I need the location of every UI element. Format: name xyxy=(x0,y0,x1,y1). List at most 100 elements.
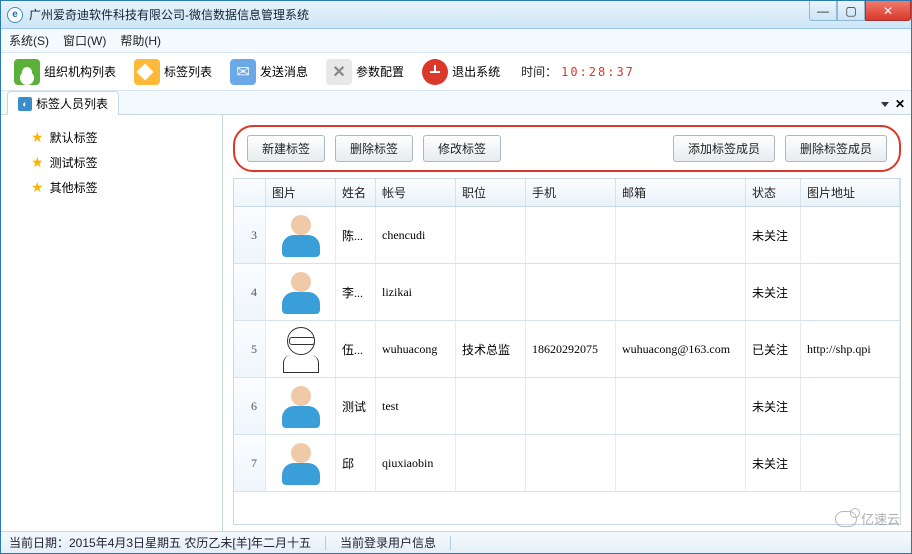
cell-account: qiuxiaobin xyxy=(376,435,456,491)
sidebar-item-default[interactable]: ★默认标签 xyxy=(1,125,222,150)
star-icon: ★ xyxy=(31,154,44,171)
tab-label: 标签人员列表 xyxy=(36,95,108,112)
row-index: 6 xyxy=(234,378,266,434)
menu-window[interactable]: 窗口(W) xyxy=(63,32,106,49)
cell-email: wuhuacong@163.com xyxy=(616,321,746,377)
table-row[interactable]: 6测试test未关注 xyxy=(234,378,900,435)
cell-name: 陈... xyxy=(336,207,376,263)
statusbar: 当前日期：2015年4月3日星期五 农历乙未[羊]年二月十五 当前登录用户信息 xyxy=(1,531,911,553)
cell-email xyxy=(616,264,746,320)
cell-position xyxy=(456,207,526,263)
table-row[interactable]: 3 陈...chencudi 未关注 xyxy=(234,207,900,264)
toolbar-org-list[interactable]: 组织机构列表 xyxy=(7,56,123,88)
cell-email xyxy=(616,435,746,491)
cell-status: 未关注 xyxy=(746,264,801,320)
window-title: 广州爱奇迪软件科技有限公司-微信数据信息管理系统 xyxy=(29,6,809,23)
tab-dropdown-icon[interactable] xyxy=(881,102,889,107)
cell-imgurl xyxy=(801,207,900,263)
star-icon: ★ xyxy=(31,179,44,196)
time-label: 时间： xyxy=(521,63,557,80)
data-grid: 图片 姓名 帐号 职位 手机 邮箱 状态 图片地址 3 陈...chencudi 未… xyxy=(233,178,901,525)
cell-account: wuhuacong xyxy=(376,321,456,377)
people-icon xyxy=(14,59,40,85)
col-status[interactable]: 状态 xyxy=(746,179,801,206)
edit-tag-button[interactable]: 修改标签 xyxy=(423,135,501,162)
cell-name: 伍... xyxy=(336,321,376,377)
maximize-button[interactable]: ▢ xyxy=(837,1,865,21)
grid-header: 图片 姓名 帐号 职位 手机 邮箱 状态 图片地址 xyxy=(234,179,900,207)
toolbar-send-msg[interactable]: 发送消息 xyxy=(223,56,315,88)
cell-status: 未关注 xyxy=(746,435,801,491)
cell-position xyxy=(456,264,526,320)
col-imgurl[interactable]: 图片地址 xyxy=(801,179,900,206)
mail-icon xyxy=(230,59,256,85)
cell-imgurl xyxy=(801,264,900,320)
col-email[interactable]: 邮箱 xyxy=(616,179,746,206)
app-window: e 广州爱奇迪软件科技有限公司-微信数据信息管理系统 ― ▢ ✕ 系统(S) 窗… xyxy=(0,0,912,554)
tab-tag-members[interactable]: ◐ 标签人员列表 xyxy=(7,91,119,115)
cell-name: 李... xyxy=(336,264,376,320)
sidebar: ★默认标签 ★测试标签 ★其他标签 xyxy=(1,115,223,531)
toolbar-params[interactable]: 参数配置 xyxy=(319,56,411,88)
avatar-icon xyxy=(277,382,325,430)
cell-position xyxy=(456,378,526,434)
tab-close-icon[interactable]: ✕ xyxy=(895,97,905,111)
toolbar-tag-list[interactable]: 标签列表 xyxy=(127,56,219,88)
sidebar-item-test[interactable]: ★测试标签 xyxy=(1,150,222,175)
col-account[interactable]: 帐号 xyxy=(376,179,456,206)
cell-account: lizikai xyxy=(376,264,456,320)
cell-avatar xyxy=(266,264,336,320)
avatar-icon xyxy=(277,439,325,487)
cell-status: 未关注 xyxy=(746,207,801,263)
cell-phone: 18620292075 xyxy=(526,321,616,377)
delete-tag-button[interactable]: 删除标签 xyxy=(335,135,413,162)
avatar-icon xyxy=(277,211,325,259)
cell-position: 技术总监 xyxy=(456,321,526,377)
main-panel: 新建标签 删除标签 修改标签 添加标签成员 删除标签成员 图片 姓名 帐号 职位… xyxy=(223,115,911,531)
cell-phone xyxy=(526,435,616,491)
row-index: 7 xyxy=(234,435,266,491)
col-name[interactable]: 姓名 xyxy=(336,179,376,206)
status-login: 当前登录用户信息 xyxy=(340,534,436,551)
col-phone[interactable]: 手机 xyxy=(526,179,616,206)
minimize-button[interactable]: ― xyxy=(809,1,837,21)
cell-account: chencudi xyxy=(376,207,456,263)
menu-help[interactable]: 帮助(H) xyxy=(120,32,161,49)
col-rowhead[interactable] xyxy=(234,179,266,206)
avatar-icon xyxy=(277,325,325,373)
grid-body[interactable]: 3陈...chencudi未关注4李...lizikai未关注5伍...wuhu… xyxy=(234,207,900,524)
toolbar-exit[interactable]: 退出系统 xyxy=(415,56,507,88)
remove-member-button[interactable]: 删除标签成员 xyxy=(785,135,887,162)
cell-email xyxy=(616,207,746,263)
row-index: 4 xyxy=(234,264,266,320)
cell-account: test xyxy=(376,378,456,434)
col-image[interactable]: 图片 xyxy=(266,179,336,206)
col-position[interactable]: 职位 xyxy=(456,179,526,206)
cell-avatar xyxy=(266,378,336,434)
cell-status: 未关注 xyxy=(746,378,801,434)
exit-icon xyxy=(422,59,448,85)
toolbar: 组织机构列表 标签列表 发送消息 参数配置 退出系统 时间： 10:28:37 xyxy=(1,53,911,91)
table-row[interactable]: 7邱qiuxiaobin未关注 xyxy=(234,435,900,492)
avatar-icon xyxy=(277,268,325,316)
cell-imgurl: http://shp.qpi xyxy=(801,321,900,377)
cell-imgurl xyxy=(801,435,900,491)
cloud-icon xyxy=(835,511,857,527)
add-member-button[interactable]: 添加标签成员 xyxy=(673,135,775,162)
body: ★默认标签 ★测试标签 ★其他标签 新建标签 删除标签 修改标签 添加标签成员 … xyxy=(1,115,911,531)
table-row[interactable]: 5伍...wuhuacong技术总监18620292075wuhuacong@1… xyxy=(234,321,900,378)
cell-phone xyxy=(526,207,616,263)
cell-imgurl xyxy=(801,378,900,434)
status-date: 当前日期：2015年4月3日星期五 农历乙未[羊]年二月十五 xyxy=(9,534,311,551)
close-button[interactable]: ✕ xyxy=(865,1,911,21)
sidebar-item-other[interactable]: ★其他标签 xyxy=(1,175,222,200)
time-value: 10:28:37 xyxy=(561,65,635,79)
cell-avatar xyxy=(266,435,336,491)
titlebar[interactable]: e 广州爱奇迪软件科技有限公司-微信数据信息管理系统 ― ▢ ✕ xyxy=(1,1,911,29)
new-tag-button[interactable]: 新建标签 xyxy=(247,135,325,162)
menu-system[interactable]: 系统(S) xyxy=(9,32,49,49)
window-buttons: ― ▢ ✕ xyxy=(809,1,911,28)
table-row[interactable]: 4 李...lizikai 未关注 xyxy=(234,264,900,321)
cell-status: 已关注 xyxy=(746,321,801,377)
row-index: 3 xyxy=(234,207,266,263)
